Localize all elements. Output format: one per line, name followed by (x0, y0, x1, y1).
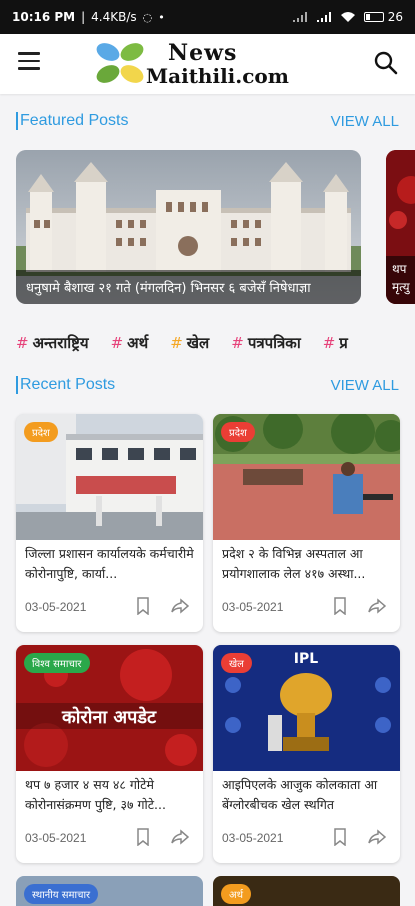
post-thumbnail: कोरोना अपडेट विश्व समाचार (16, 645, 203, 771)
bookmark-icon[interactable] (333, 597, 347, 615)
wifi-icon (340, 12, 355, 22)
post-thumbnail: प्रदेश (16, 414, 203, 540)
featured-header: Featured Posts VIEW ALL (16, 112, 399, 130)
post-card[interactable]: कोरोना अपडेट विश्व समाचार थप ७ हजार ४ सय… (16, 645, 203, 863)
signal-icon (292, 12, 307, 22)
battery-icon (363, 12, 384, 22)
post-date: 03-05-2021 (222, 831, 284, 845)
share-icon[interactable] (171, 598, 189, 614)
bookmark-icon[interactable] (136, 828, 150, 846)
category-badge: स्थानीय समाचार (24, 884, 99, 904)
logo-line1: News (168, 40, 238, 66)
recent-title: Recent Posts (16, 376, 115, 394)
recent-view-all-link[interactable]: VIEW ALL (331, 377, 399, 394)
post-thumbnail: प्रदेश (213, 414, 400, 540)
category-tags: # अन्तराष्ट्रिय # अर्थ # खेल # पत्रपत्रिका #… (16, 330, 415, 356)
featured-caption: धनुषामे बैशाख २१ गते (मंगलदिन) भिनसर ६ ब… (16, 270, 361, 304)
battery-level: 26 (387, 10, 403, 24)
ipl-text: IPL (294, 651, 318, 667)
post-card[interactable]: IPL खेल आइपिएलके आजुक कोलकाता आ बेंग्लोर… (213, 645, 400, 863)
post-date: 03-05-2021 (222, 600, 284, 614)
post-title: आइपिएलके आजुक कोलकाता आ बेंग्लोरबीचक खेल… (222, 777, 378, 812)
whatsapp-icon: ◌ (142, 10, 153, 24)
post-date: 03-05-2021 (25, 831, 87, 845)
tag-economy[interactable]: # अर्थ (111, 330, 149, 356)
leaf-logo-icon (96, 43, 144, 83)
notification-dot-icon: • (158, 10, 165, 24)
search-icon (374, 51, 398, 75)
category-badge: अर्थ (221, 884, 252, 904)
post-card[interactable]: अर्थ (213, 876, 400, 906)
app-bar: News Maithili.com (0, 34, 415, 94)
menu-icon (18, 52, 40, 55)
battery-indicator: 26 (363, 10, 403, 24)
post-date: 03-05-2021 (25, 600, 87, 614)
status-time: 10:16 PM (12, 10, 76, 24)
network-speed: 4.4KB/s (91, 10, 137, 24)
tag-international[interactable]: # अन्तराष्ट्रिय (16, 330, 89, 356)
post-card[interactable]: प्रदेश प्रदेश २ के विभिन्न अस्पताल आ प्र… (213, 414, 400, 632)
corona-update-text: कोरोना अपडेट (61, 706, 157, 728)
post-title: थप ७ हजार ४ सय ४८ गोटेमे कोरोनासंक्रमण प… (25, 777, 166, 812)
share-icon[interactable] (368, 598, 386, 614)
featured-2-caption: थप मृत्यु (386, 256, 415, 304)
bookmark-icon[interactable] (333, 828, 347, 846)
status-bar: 10:16 PM | 4.4KB/s ◌ • 26 (0, 0, 415, 34)
recent-header: Recent Posts VIEW ALL (16, 376, 399, 394)
share-icon[interactable] (171, 829, 189, 845)
logo-line2: Maithili.com (146, 64, 289, 88)
bookmark-icon[interactable] (136, 597, 150, 615)
logo-text: News Maithili.com (146, 42, 289, 86)
post-card[interactable]: स्थानीय समाचार (16, 876, 203, 906)
post-title: जिल्ला प्रशासन कार्यालयके कर्मचारीमे कोर… (25, 546, 194, 581)
tag-newspapers[interactable]: # पत्रपत्रिका (231, 330, 300, 356)
post-card[interactable]: प्रदेश जिल्ला प्रशासन कार्यालयके कर्मचार… (16, 414, 203, 632)
menu-button[interactable] (18, 52, 40, 72)
featured-card-2[interactable]: थप मृत्यु (386, 150, 415, 304)
tag-sports[interactable]: # खेल (170, 330, 209, 356)
post-title: प्रदेश २ के विभिन्न अस्पताल आ प्रयोगशाला… (222, 546, 366, 581)
post-thumbnail: IPL खेल (213, 645, 400, 771)
app-logo: News Maithili.com (94, 40, 294, 88)
tag-more[interactable]: # प्र (323, 330, 348, 356)
signal2-icon (316, 12, 331, 22)
featured-title: Featured Posts (16, 112, 129, 130)
featured-view-all-link[interactable]: VIEW ALL (331, 113, 399, 130)
category-badge: प्रदेश (221, 422, 255, 442)
category-badge: प्रदेश (24, 422, 58, 442)
share-icon[interactable] (368, 829, 386, 845)
search-button[interactable] (373, 50, 399, 76)
featured-card[interactable]: धनुषामे बैशाख २१ गते (मंगलदिन) भिनसर ६ ब… (16, 150, 361, 304)
category-badge: खेल (221, 653, 252, 673)
category-badge: विश्व समाचार (24, 653, 90, 673)
